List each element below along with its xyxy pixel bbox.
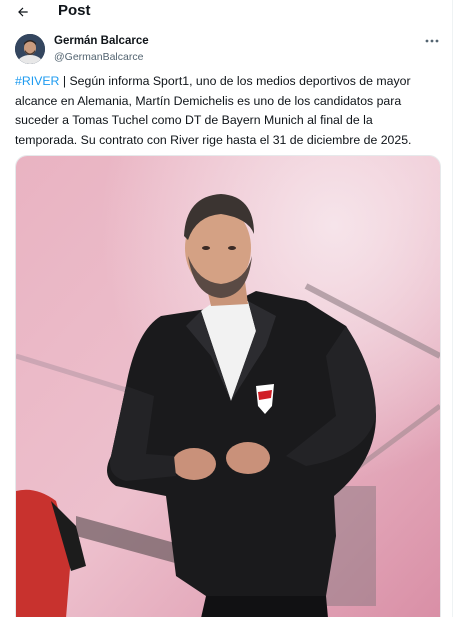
tweet-photo[interactable] [15, 155, 441, 617]
hashtag-link[interactable]: #RIVER [15, 74, 59, 88]
tweet-text: #RIVER | Según informa Sport1, uno de lo… [15, 72, 443, 150]
more-options-button[interactable] [420, 32, 444, 50]
more-horizontal-icon [425, 39, 439, 43]
post-header: Post [0, 0, 452, 26]
arrow-left-icon [18, 7, 28, 17]
tweet-line: suceder a Tomas Tuchel como DT de Bayern… [15, 113, 373, 127]
post-view: Post Germán Balcarce @GermanBalcarce #RI… [0, 0, 453, 617]
author-handle[interactable]: @GermanBalcarce [54, 51, 143, 63]
tweet-line: alcance en Alemania, Martín Demichelis e… [15, 93, 402, 108]
back-button[interactable] [10, 0, 36, 24]
page-title: Post [58, 2, 91, 19]
tweet-line: #RIVER | Según informa Sport1, uno de lo… [15, 72, 443, 92]
tweet-line: temporada. Su contrato con River rige ha… [15, 132, 412, 147]
avatar[interactable] [15, 34, 45, 64]
author-name[interactable]: Germán Balcarce [54, 35, 149, 47]
tweet-line-text: | Según informa Sport1, uno de los medio… [59, 74, 411, 88]
